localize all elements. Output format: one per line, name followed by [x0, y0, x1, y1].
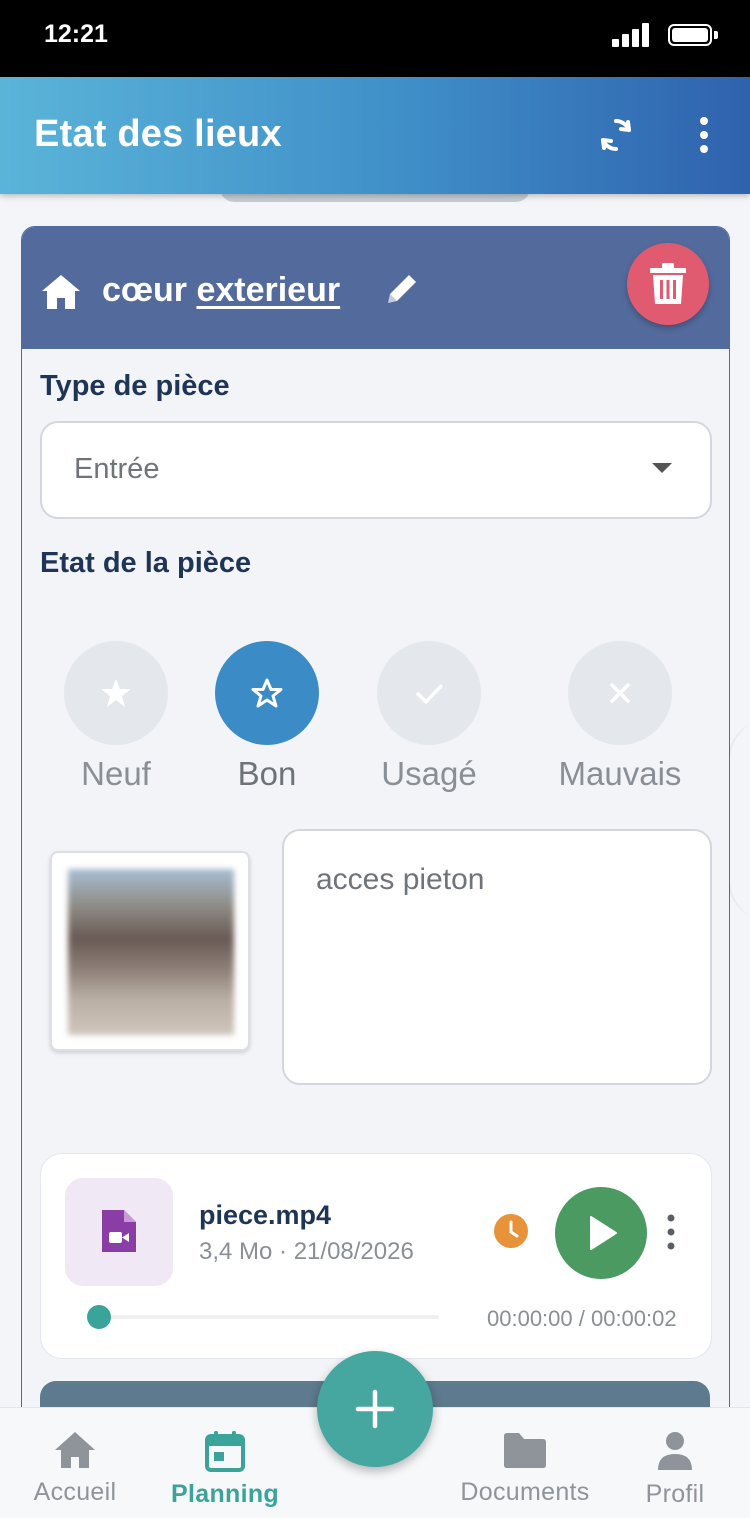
- star-icon: [101, 679, 131, 707]
- state-option-bon[interactable]: Bon: [197, 641, 337, 793]
- state-option-mauvais[interactable]: Mauvais: [550, 641, 690, 793]
- room-state-label: Etat de la pièce: [40, 547, 252, 579]
- status-time: 12:21: [44, 20, 108, 48]
- home-icon: [42, 275, 80, 309]
- file-name: piece.mp4: [199, 1200, 332, 1230]
- state-label: Neuf: [81, 755, 151, 792]
- trash-icon: [650, 263, 686, 304]
- check-icon: [416, 684, 443, 704]
- playback-progress-thumb[interactable]: [87, 1305, 111, 1329]
- play-icon: [590, 1216, 617, 1250]
- more-vert-icon[interactable]: [690, 115, 718, 155]
- folder-icon: [504, 1433, 546, 1468]
- nav-label: Planning: [171, 1480, 279, 1508]
- video-attachment-card: piece.mp4 3,4 Mo · 21/08/2026 00:00:00 /…: [40, 1153, 712, 1359]
- calendar-icon: [205, 1431, 245, 1472]
- plus-icon: [355, 1389, 395, 1429]
- state-circle: [377, 641, 481, 745]
- state-option-neuf[interactable]: Neuf: [46, 641, 186, 793]
- app-bar: Etat des lieux: [0, 77, 750, 194]
- add-button[interactable]: [317, 1351, 433, 1467]
- home-icon: [55, 1432, 95, 1468]
- pencil-icon[interactable]: [382, 269, 422, 309]
- play-button[interactable]: [555, 1187, 647, 1279]
- state-circle-selected: [215, 641, 319, 745]
- sync-icon[interactable]: [596, 115, 636, 155]
- room-photo-thumbnail[interactable]: [50, 851, 250, 1051]
- playback-time: 00:00:00 / 00:00:02: [487, 1306, 677, 1331]
- room-photo: [68, 869, 234, 1035]
- state-label: Usagé: [381, 755, 477, 792]
- state-circle: [64, 641, 168, 745]
- room-type-select[interactable]: Entrée: [40, 421, 712, 519]
- file-meta: 3,4 Mo · 21/08/2026: [199, 1238, 414, 1265]
- playback-progress-track[interactable]: [99, 1315, 439, 1319]
- nav-label: Accueil: [33, 1478, 117, 1506]
- comment-text: acces pieton: [316, 863, 485, 896]
- state-circle: [568, 641, 672, 745]
- room-type-label: Type de pièce: [40, 370, 230, 402]
- nav-item-documents[interactable]: Documents: [450, 1430, 600, 1507]
- nav-item-profil[interactable]: Profil: [600, 1430, 750, 1509]
- room-type-value: Entrée: [74, 453, 160, 485]
- room-name: cœur exterieur: [102, 271, 340, 310]
- delete-room-button[interactable]: [627, 243, 709, 325]
- x-icon: [610, 683, 630, 703]
- nav-label: Profil: [645, 1480, 705, 1508]
- signal-icon: [612, 23, 654, 47]
- edge-decoration: [728, 720, 750, 920]
- comment-textarea[interactable]: acces pieton: [282, 829, 712, 1085]
- room-card-header: cœur exterieur: [22, 227, 729, 349]
- video-file-icon: [65, 1178, 173, 1286]
- battery-icon: [668, 24, 718, 46]
- caret-down-icon: [652, 463, 672, 473]
- clock-icon: [494, 1214, 528, 1248]
- state-label: Bon: [237, 755, 297, 792]
- page-title: Etat des lieux: [34, 113, 282, 155]
- nav-label: Documents: [460, 1478, 590, 1506]
- room-card: cœur exterieur Type de pièce Entrée Etat…: [21, 226, 730, 1428]
- nav-item-planning[interactable]: Planning: [150, 1430, 300, 1509]
- more-vert-icon[interactable]: [663, 1212, 679, 1252]
- room-name-prefix: cœur: [102, 271, 187, 309]
- person-icon: [658, 1432, 692, 1470]
- state-label: Mauvais: [558, 755, 682, 792]
- status-bar: 12:21: [0, 0, 750, 77]
- state-option-usage[interactable]: Usagé: [359, 641, 499, 793]
- star-outline-icon: [251, 678, 283, 708]
- nav-item-accueil[interactable]: Accueil: [0, 1430, 150, 1507]
- room-name-link[interactable]: exterieur: [196, 271, 340, 309]
